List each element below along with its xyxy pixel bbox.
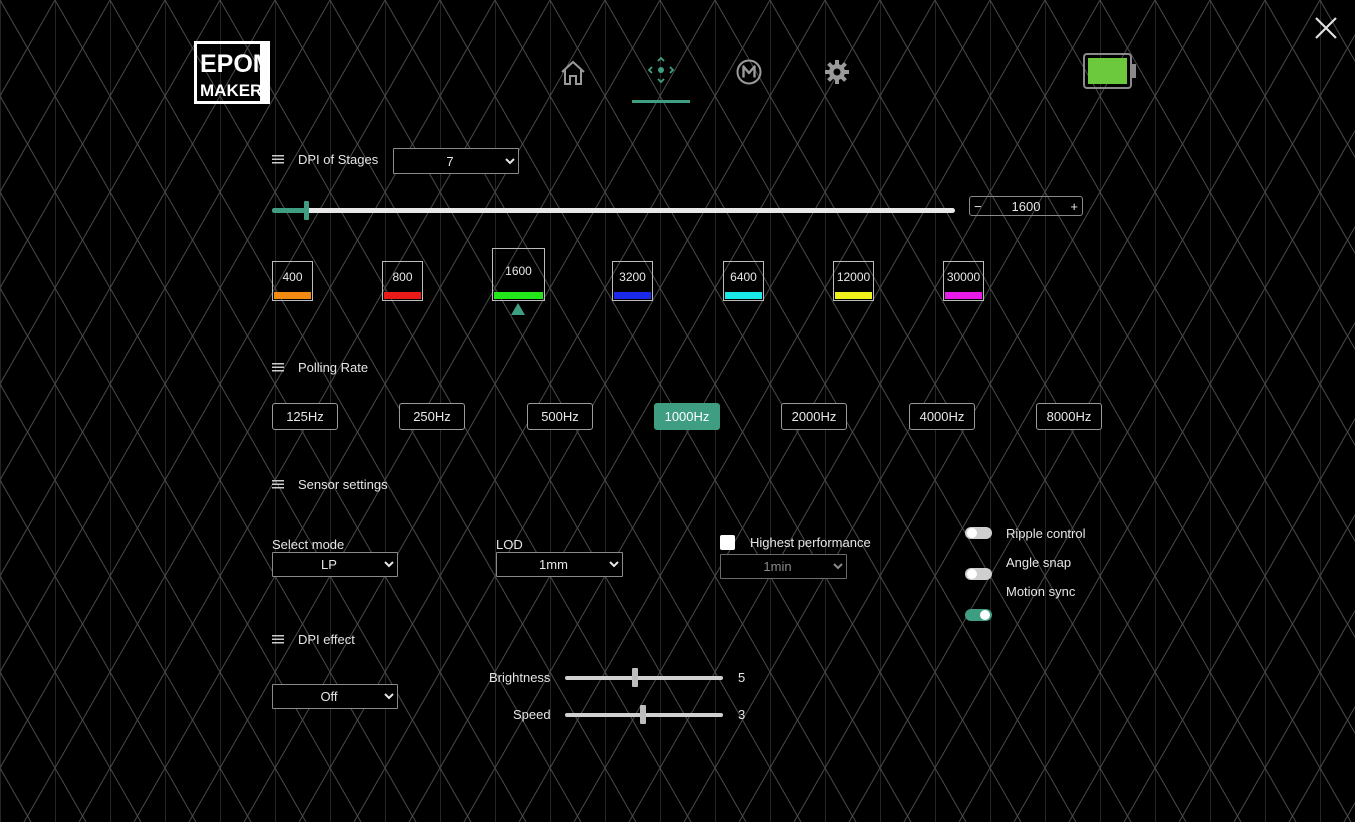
dpi-stage-3200[interactable]: 3200 [612,261,653,301]
dpi-value-stepper: − 1600 + [969,196,1083,216]
dpi-slider-fill [272,208,307,213]
brightness-label: Brightness [489,670,551,685]
lod-label: LOD [496,537,523,552]
nav-active-underline [632,100,690,103]
crosshair-icon [647,56,675,84]
dpi-stage-12000[interactable]: 12000 [833,261,874,301]
dpi-stage-color-bar [614,292,651,299]
dpi-stage-color-bar [725,292,762,299]
toggle-label: Motion sync [1006,584,1076,599]
brightness-slider-thumb[interactable] [632,668,638,687]
dpi-stage-value: 1600 [505,264,532,278]
dpi-stage-value: 400 [282,270,303,284]
section-dpi-stages: DPI of Stages [272,152,378,167]
select-mode-label: Select mode [272,537,345,552]
battery-indicator [1083,53,1137,89]
dpi-stages-count-select[interactable]: 7 [393,148,519,174]
dpi-stage-color-bar [494,292,543,299]
list-icon [272,480,284,489]
list-icon [272,363,284,372]
nav-macro[interactable] [734,57,764,87]
section-title-sensor: Sensor settings [298,477,388,492]
section-title-dpi: DPI of Stages [298,152,379,167]
dpi-slider-thumb[interactable] [304,201,310,220]
section-polling-rate: Polling Rate [272,360,368,375]
dpi-decrement-button[interactable]: − [974,199,982,214]
dpi-stage-30000[interactable]: 30000 [943,261,984,301]
speed-slider-thumb[interactable] [640,705,646,724]
nav-settings[interactable] [822,57,852,87]
dpi-stage-color-bar [384,292,421,299]
toggle-switch[interactable] [965,609,992,621]
list-icon [272,635,284,644]
section-sensor-settings: Sensor settings [272,477,388,492]
speed-value: 3 [738,707,746,722]
polling-rate-option[interactable]: 4000Hz [909,403,975,430]
dpi-stage-value: 12000 [836,270,871,284]
home-icon [561,60,585,85]
toggle-switch[interactable] [965,527,992,539]
polling-rate-option[interactable]: 250Hz [399,403,465,430]
brightness-slider-track[interactable] [565,676,723,680]
close-button[interactable] [1313,15,1339,41]
dpi-stage-6400[interactable]: 6400 [723,261,764,301]
active-stage-marker [511,303,525,315]
dpi-stage-400[interactable]: 400 [272,261,313,301]
select-mode-select[interactable]: LP [272,552,398,577]
toggle-label: Angle snap [1006,555,1072,570]
toggle-knob [980,610,990,620]
speed-label: Speed [513,707,551,722]
close-icon [1315,17,1337,39]
brightness-value: 5 [738,670,746,685]
polling-rate-option[interactable]: 2000Hz [781,403,847,430]
dpi-stage-value: 800 [392,270,413,284]
toggle-label: Ripple control [1006,526,1086,541]
toggle-knob [967,569,977,579]
dpi-value-input[interactable]: 1600 [1012,199,1041,214]
dpi-stage-value: 6400 [730,270,757,284]
dpi-stage-value: 30000 [946,270,981,284]
dpi-stage-value: 3200 [619,270,646,284]
highest-performance-checkbox[interactable] [720,535,735,550]
polling-rate-option[interactable]: 1000Hz [654,403,720,430]
epomaker-logo: EPOM MAKER [194,41,274,104]
dpi-stage-color-bar [274,292,311,299]
dpi-stage-1600[interactable]: 1600 [492,248,545,301]
dpi-stage-800[interactable]: 800 [382,261,423,301]
logo-text-line1: EPOM [200,50,270,78]
dpi-stage-color-bar [835,292,872,299]
polling-rate-option[interactable]: 8000Hz [1036,403,1102,430]
section-title-polling: Polling Rate [298,360,369,375]
nav-dpi[interactable] [646,55,676,85]
list-icon [272,155,284,164]
section-title-dpi-effect: DPI effect [298,632,355,647]
dpi-increment-button[interactable]: + [1070,199,1078,214]
toggle-knob [967,528,977,538]
battery-icon [1083,53,1136,89]
highest-performance-label: Highest performance [750,535,871,550]
section-dpi-effect: DPI effect [272,632,355,647]
lod-select[interactable]: 1mm [496,552,623,577]
polling-rate-option[interactable]: 500Hz [527,403,593,430]
dpi-stage-color-bar [945,292,982,299]
nav-home[interactable] [558,58,588,88]
highest-performance-select[interactable]: 1min [720,554,847,579]
toggle-switch[interactable] [965,568,992,580]
dpi-slider-track[interactable] [272,208,955,213]
gear-icon [825,60,849,84]
logo-text-line2: MAKER [200,81,262,100]
macro-m-icon [736,59,762,85]
dpi-effect-select[interactable]: Off [272,684,398,709]
polling-rate-option[interactable]: 125Hz [272,403,338,430]
